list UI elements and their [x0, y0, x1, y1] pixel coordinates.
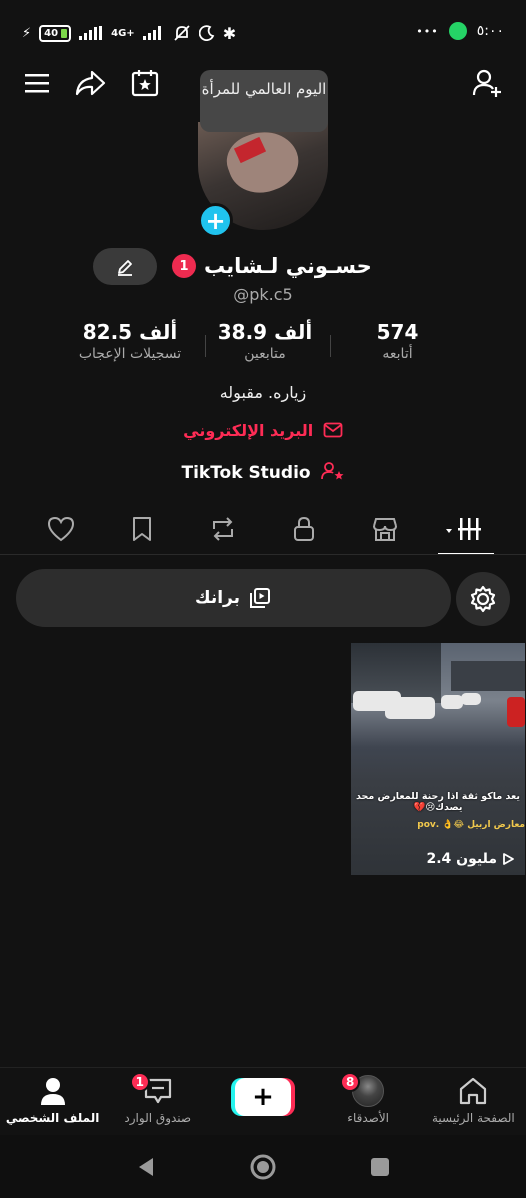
following-label: أتابعه [382, 346, 413, 362]
mute-icon [174, 25, 190, 41]
likes-value: 82.5 ألف [82, 320, 178, 344]
friends-avatar: 8 [340, 1072, 386, 1108]
followers-value: 38.9 ألف [217, 320, 313, 344]
grid-icon [445, 518, 481, 540]
video-thumbnail[interactable]: يعد ماكو ثقة اذا رحنة للمعارض محد يصدك😢💔… [351, 643, 525, 875]
calendar-star-icon[interactable] [128, 66, 162, 100]
video-caption: يعد ماكو ثقة اذا رحنة للمعارض محد يصدك😢💔 [356, 791, 520, 813]
bottom-nav: الملف الشخصي 1 صندوق الوارد + 8 الأصدقاء… [0, 1067, 526, 1135]
network-label: 4G+ [111, 27, 135, 39]
followers-label: متابعين [244, 346, 286, 362]
add-friend-icon[interactable] [470, 66, 504, 100]
shop-icon [372, 518, 397, 541]
studio-label: TikTok Studio [181, 463, 311, 483]
plus-icon: + [234, 1078, 291, 1116]
settings-button[interactable] [456, 572, 510, 626]
email-label: البريد الإلكتروني [183, 421, 314, 440]
avatar-figure [219, 122, 307, 203]
more-indicator: ••• [416, 24, 439, 38]
nav-inbox-label: صندوق الوارد [124, 1111, 192, 1125]
recents-icon[interactable] [369, 1156, 391, 1178]
profile-handle: @pk.c5 [233, 285, 293, 304]
system-nav-bar [0, 1135, 526, 1198]
add-story-icon[interactable]: + [198, 203, 233, 238]
profile-notification-badge[interactable]: 1 [172, 254, 196, 278]
back-icon[interactable] [135, 1155, 157, 1179]
status-right: ••• ٥:٠٠ [416, 22, 504, 40]
tab-videos[interactable] [436, 507, 496, 555]
nav-home[interactable]: الصفحة الرئيسية [423, 1074, 523, 1125]
thumbnail-car [441, 695, 463, 709]
share-icon[interactable] [73, 66, 107, 100]
gear-icon [470, 585, 496, 613]
email-link[interactable]: البريد الإلكتروني [0, 421, 526, 440]
charging-icon: ⚡ [22, 25, 32, 41]
bookmark-icon [132, 517, 151, 541]
stat-following[interactable]: 574 أتابعه [345, 320, 450, 362]
profile-bio: زياره. مقبوله [219, 383, 307, 402]
lock-icon [293, 516, 314, 541]
bluetooth-icon: ✱ [222, 23, 237, 43]
tab-shop[interactable] [355, 507, 415, 551]
tab-liked[interactable] [31, 507, 91, 551]
clock: ٥:٠٠ [476, 23, 504, 39]
brank-button[interactable]: برانك [16, 569, 451, 627]
nav-friends[interactable]: 8 الأصدقاء [318, 1072, 418, 1125]
thumbnail-car [461, 693, 481, 705]
nav-home-label: الصفحة الرئيسية [431, 1111, 515, 1125]
play-icon [503, 853, 514, 865]
nav-friends-label: الأصدقاء [347, 1111, 389, 1125]
profile-name[interactable]: حسـوني لـشايب [204, 254, 372, 278]
signal-icon [79, 26, 103, 40]
signal-icon-2 [142, 26, 161, 40]
views-label: 2.4 مليون [426, 851, 497, 867]
inbox-badge: 1 [129, 1072, 150, 1092]
video-caption-secondary: معارض اربيل 😂👌 .pov [417, 820, 525, 830]
status-left: ⚡ 40 4G+ ✱ [22, 22, 236, 44]
likes-label: تسجيلات الإعجاب [78, 346, 182, 362]
copy-play-icon [250, 588, 270, 608]
thumbnail-building-right [451, 661, 525, 691]
tab-reposts[interactable] [193, 507, 253, 551]
nav-profile-label: الملف الشخصي [5, 1111, 100, 1125]
heart-icon [47, 516, 74, 542]
profile-icon [35, 1074, 71, 1108]
tab-favorites[interactable] [112, 507, 172, 551]
menu-icon[interactable] [20, 66, 54, 100]
nav-create[interactable]: + [213, 1074, 313, 1116]
battery-icon: 40 [39, 24, 72, 42]
pencil-icon [118, 259, 132, 276]
thumbnail-car [385, 697, 435, 719]
mail-icon [323, 422, 343, 438]
content-tabs [0, 505, 526, 555]
create-button[interactable]: + [230, 1078, 295, 1116]
moon-icon [198, 25, 214, 41]
tab-private[interactable] [274, 507, 334, 551]
stat-likes[interactable]: 82.5 ألف تسجيلات الإعجاب [60, 320, 200, 362]
view-count: 2.4 مليون [426, 851, 515, 867]
edit-profile-button[interactable] [93, 248, 157, 285]
inbox-icon: 1 [129, 1072, 176, 1108]
user-star-icon [320, 462, 344, 480]
repost-icon [212, 517, 233, 541]
name-row: 1 حسـوني لـشايب [172, 250, 372, 282]
tooltip: اليوم العالمي للمرأة [200, 70, 328, 132]
following-value: 574 [376, 320, 419, 344]
thumbnail-car-red [507, 697, 525, 727]
whatsapp-icon [448, 22, 467, 40]
nav-profile[interactable]: الملف الشخصي [3, 1074, 103, 1125]
home-icon [455, 1074, 491, 1108]
tabs-divider [0, 554, 526, 555]
nav-inbox[interactable]: 1 صندوق الوارد [108, 1072, 208, 1125]
tiktok-studio-link[interactable]: TikTok Studio [0, 461, 526, 483]
stat-followers[interactable]: 38.9 ألف متابعين [205, 320, 325, 362]
brank-label: برانك [195, 588, 240, 608]
stat-divider [330, 335, 331, 357]
home-button-icon[interactable] [248, 1152, 278, 1182]
